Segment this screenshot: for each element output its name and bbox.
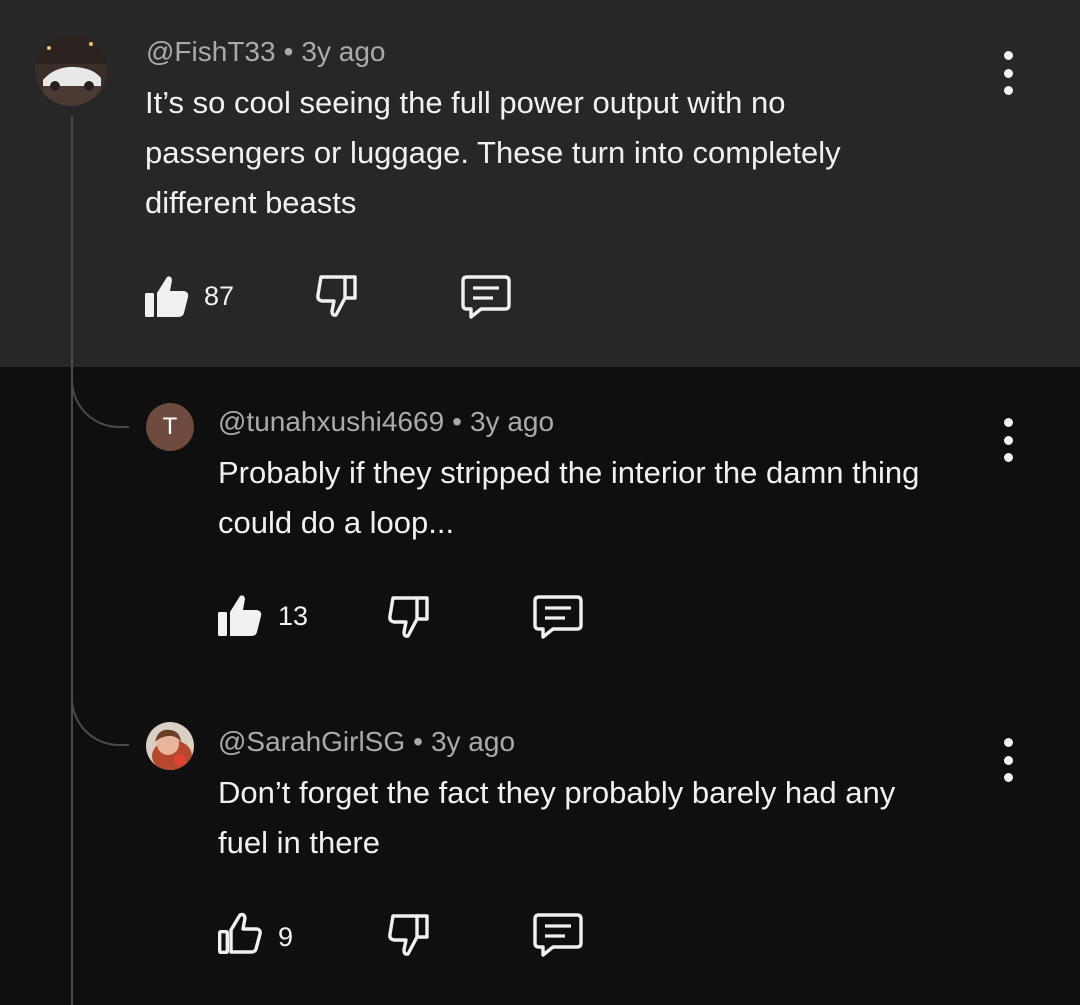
reply-comment-icon — [533, 595, 583, 639]
author-handle[interactable]: @tunahxushi4669 — [218, 406, 444, 437]
reply-button[interactable] — [533, 594, 583, 645]
avatar-letter: T — [162, 413, 178, 440]
dislike-button[interactable] — [386, 912, 432, 963]
reply-button[interactable] — [461, 274, 511, 325]
reply-connector — [71, 378, 129, 428]
like-button[interactable] — [217, 592, 263, 643]
comment-text: It’s so cool seeing the full power outpu… — [145, 78, 841, 228]
timestamp: 3y ago — [469, 406, 555, 437]
thread-line — [71, 116, 73, 1005]
dislike-button[interactable] — [386, 594, 432, 645]
car-photo-icon — [35, 34, 107, 106]
thumb-down-icon — [316, 275, 357, 317]
comment-text-line: Probably if they stripped the interior t… — [218, 455, 920, 490]
like-count: 9 — [278, 922, 294, 952]
comment-text-line: It’s so cool seeing the full power outpu… — [145, 85, 786, 120]
author-handle[interactable]: @SarahGirlSG — [218, 726, 405, 757]
thumb-up-filled-icon — [218, 595, 262, 636]
thumb-up-icon — [218, 912, 262, 955]
author-handle[interactable]: @FishT33 — [146, 36, 276, 67]
reply-button[interactable] — [533, 912, 583, 963]
reply-connector — [71, 696, 129, 746]
timestamp: 3y ago — [430, 726, 516, 757]
separator: • — [413, 726, 423, 757]
thumb-down-icon — [388, 596, 429, 638]
comment-meta: @FishT33 • 3y ago — [146, 36, 385, 68]
like-button[interactable] — [217, 910, 263, 961]
more-options-button[interactable] — [996, 418, 1020, 462]
avatar[interactable]: T — [146, 403, 194, 451]
comment-text: Don’t forget the fact they probably bare… — [218, 768, 895, 868]
more-options-button[interactable] — [996, 738, 1020, 782]
comment-text-line: Don’t forget the fact they probably bare… — [218, 775, 896, 810]
thumb-up-filled-icon — [145, 276, 189, 317]
comment-text-line: passengers or luggage. These turn into c… — [145, 135, 841, 170]
separator: • — [283, 36, 294, 67]
timestamp: 3y ago — [301, 36, 386, 67]
thumb-down-icon — [388, 914, 429, 956]
avatar[interactable] — [35, 34, 107, 106]
like-button[interactable] — [144, 273, 190, 324]
like-count: 87 — [204, 281, 235, 311]
avatar[interactable] — [146, 722, 194, 770]
dislike-button[interactable] — [314, 273, 360, 324]
separator: • — [452, 406, 462, 437]
comment-meta: @SarahGirlSG • 3y ago — [218, 726, 515, 758]
like-count: 13 — [278, 601, 309, 631]
comment-meta: @tunahxushi4669 • 3y ago — [218, 406, 554, 438]
comment-text-line: could do a loop... — [218, 505, 455, 540]
more-options-button[interactable] — [996, 51, 1020, 95]
reply-comment-icon — [533, 913, 583, 957]
comment-text: Probably if they stripped the interior t… — [218, 448, 919, 548]
person-photo-icon — [146, 722, 194, 770]
comment-text-line: fuel in there — [218, 825, 380, 860]
reply-comment-icon — [461, 275, 511, 319]
comment-text-line: different beasts — [145, 185, 357, 220]
